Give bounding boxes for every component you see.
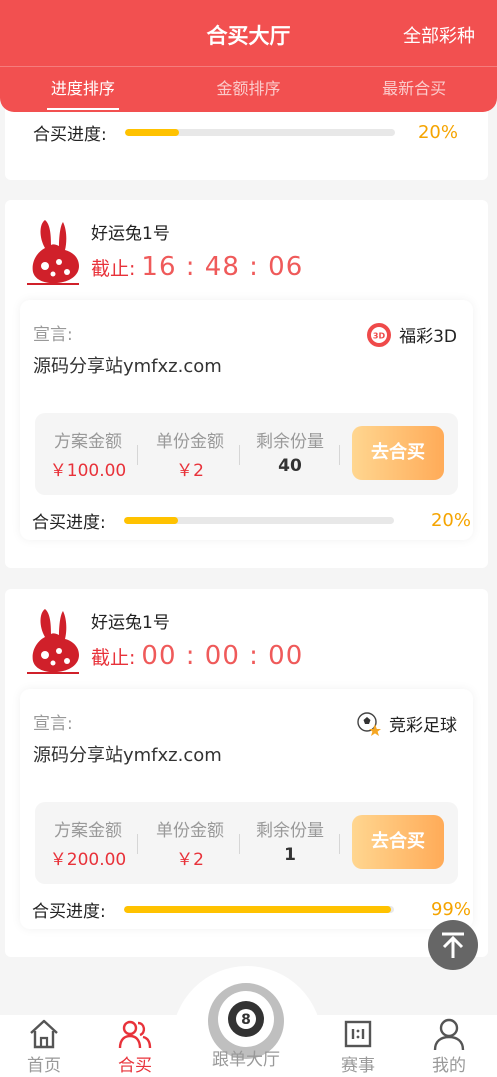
arrow-up-icon [442,932,464,958]
deadline: 截止: 16 : 48 : 06 [91,252,303,282]
nav-label: 我的 [432,1056,466,1076]
plan-stats: 方案金额 ￥100.00 单份金额 ￥2 剩余份量 40 去合买 [35,413,458,495]
nav-label: 合买 [118,1056,152,1076]
stat-total-amount: 方案金额 ￥100.00 [43,427,133,481]
nav-item-matches[interactable]: 赛事 [318,1015,398,1076]
stat-value: ￥2 [176,461,204,481]
stat-remaining-shares: 剩余份量 40 [245,427,335,476]
stat-label: 方案金额 [54,432,122,452]
progress-bar [124,516,394,524]
lottery-type: 3D 福彩3D [367,322,457,347]
all-lottery-button[interactable]: 全部彩种 [403,22,475,48]
progress-label: 合买进度: [33,124,107,145]
progress-label: 合买进度: [32,512,106,533]
declaration-text: 源码分享站ymfxz.com [33,356,222,377]
tab-latest[interactable]: 最新合买 [331,66,497,112]
declaration-text: 源码分享站ymfxz.com [33,745,222,766]
stat-value: ￥200.00 [49,850,127,870]
progress-bar [124,905,394,913]
nav-item-home[interactable]: 首页 [4,1015,84,1076]
join-buy-button[interactable]: 去合买 [352,426,444,480]
plan-detail-panel: 宣言: 竞彩足球 源码分享站ymfxz.com 方案金额 ￥200.00 单份金… [20,689,473,929]
deadline-countdown: 00 : 00 : 00 [141,641,304,671]
progress-fill [124,516,178,524]
plan-card[interactable]: 好运兔1号 截止: 16 : 48 : 06 宣言: 3D 福彩3D 源码分享站… [5,200,488,568]
lottery-type: 竞彩足球 [357,711,457,736]
stat-value: ￥100.00 [49,461,127,481]
stat-unit-amount: 单份金额 ￥2 [145,816,235,870]
stat-remaining-shares: 剩余份量 1 [245,816,335,865]
plan-card[interactable]: 好运兔1号 截止: 00 : 00 : 00 宣言: 竞彩足球 源码分享站ymf… [5,589,488,957]
group-icon [118,1020,152,1049]
progress-percent: 20% [417,121,458,143]
owner-name: 好运兔1号 [91,613,170,633]
plan-card-partial[interactable]: 合买进度: 20% [5,100,488,180]
progress-percent: 99% [430,898,471,920]
stat-value: 40 [278,456,302,476]
progress-row: 合买进度: 20% [33,120,458,145]
stat-label: 单份金额 [156,821,224,841]
stat-value: ￥2 [176,850,204,870]
progress-fill [124,905,392,913]
home-icon [30,1019,58,1049]
fucai-3d-icon: 3D [367,322,392,347]
stat-label: 方案金额 [54,821,122,841]
svg-text:3D: 3D [373,331,386,340]
progress-row: 合买进度: 99% [32,897,471,922]
svg-text:8: 8 [241,1012,251,1028]
sort-tabs: 进度排序 金额排序 最新合买 [0,66,497,112]
deadline-label: 截止: [91,258,136,280]
stat-unit-amount: 单份金额 ￥2 [145,427,235,481]
deadline-countdown: 16 : 48 : 06 [141,252,304,282]
owner-name: 好运兔1号 [91,224,170,244]
lottery-name: 竞彩足球 [389,716,457,736]
stat-value: 1 [284,845,296,865]
user-icon [433,1018,465,1051]
progress-bar [125,128,395,136]
stat-label: 剩余份量 [256,821,324,841]
rabbit-icon [27,609,79,674]
football-icon [357,711,381,736]
stat-divider [239,445,240,465]
stat-total-amount: 方案金额 ￥200.00 [43,816,133,870]
back-to-top-button[interactable] [428,920,478,970]
stat-divider [239,834,240,854]
plan-stats: 方案金额 ￥200.00 单份金额 ￥2 剩余份量 1 去合买 [35,802,458,884]
plan-detail-panel: 宣言: 3D 福彩3D 源码分享站ymfxz.com 方案金额 ￥100.00 … [20,300,473,540]
stat-divider [137,445,138,465]
scoreboard-icon [344,1020,372,1048]
join-buy-button[interactable]: 去合买 [352,815,444,869]
nav-label: 跟单大厅 [212,1050,280,1070]
stat-divider [339,445,340,465]
tab-progress-sort[interactable]: 进度排序 [0,66,166,112]
declaration-label: 宣言: [33,714,73,734]
lottery-name: 福彩3D [399,327,457,347]
deadline-label: 截止: [91,647,136,669]
nav-label: 赛事 [341,1056,375,1076]
stat-divider [137,834,138,854]
progress-percent: 20% [430,509,471,531]
stat-divider [339,834,340,854]
tab-amount-sort[interactable]: 金额排序 [166,66,332,112]
progress-fill [125,128,179,136]
stat-label: 剩余份量 [256,432,324,452]
rabbit-icon [27,220,79,285]
nav-label: 首页 [27,1056,61,1076]
deadline: 截止: 00 : 00 : 00 [91,641,303,671]
declaration-label: 宣言: [33,325,73,345]
stat-label: 单份金额 [156,432,224,452]
nav-item-group-buy[interactable]: 合买 [95,1015,175,1076]
progress-row: 合买进度: 20% [32,508,471,533]
header: 合买大厅 全部彩种 进度排序 金额排序 最新合买 [0,0,497,112]
progress-label: 合买进度: [32,901,106,922]
nav-item-profile[interactable]: 我的 [409,1015,489,1076]
